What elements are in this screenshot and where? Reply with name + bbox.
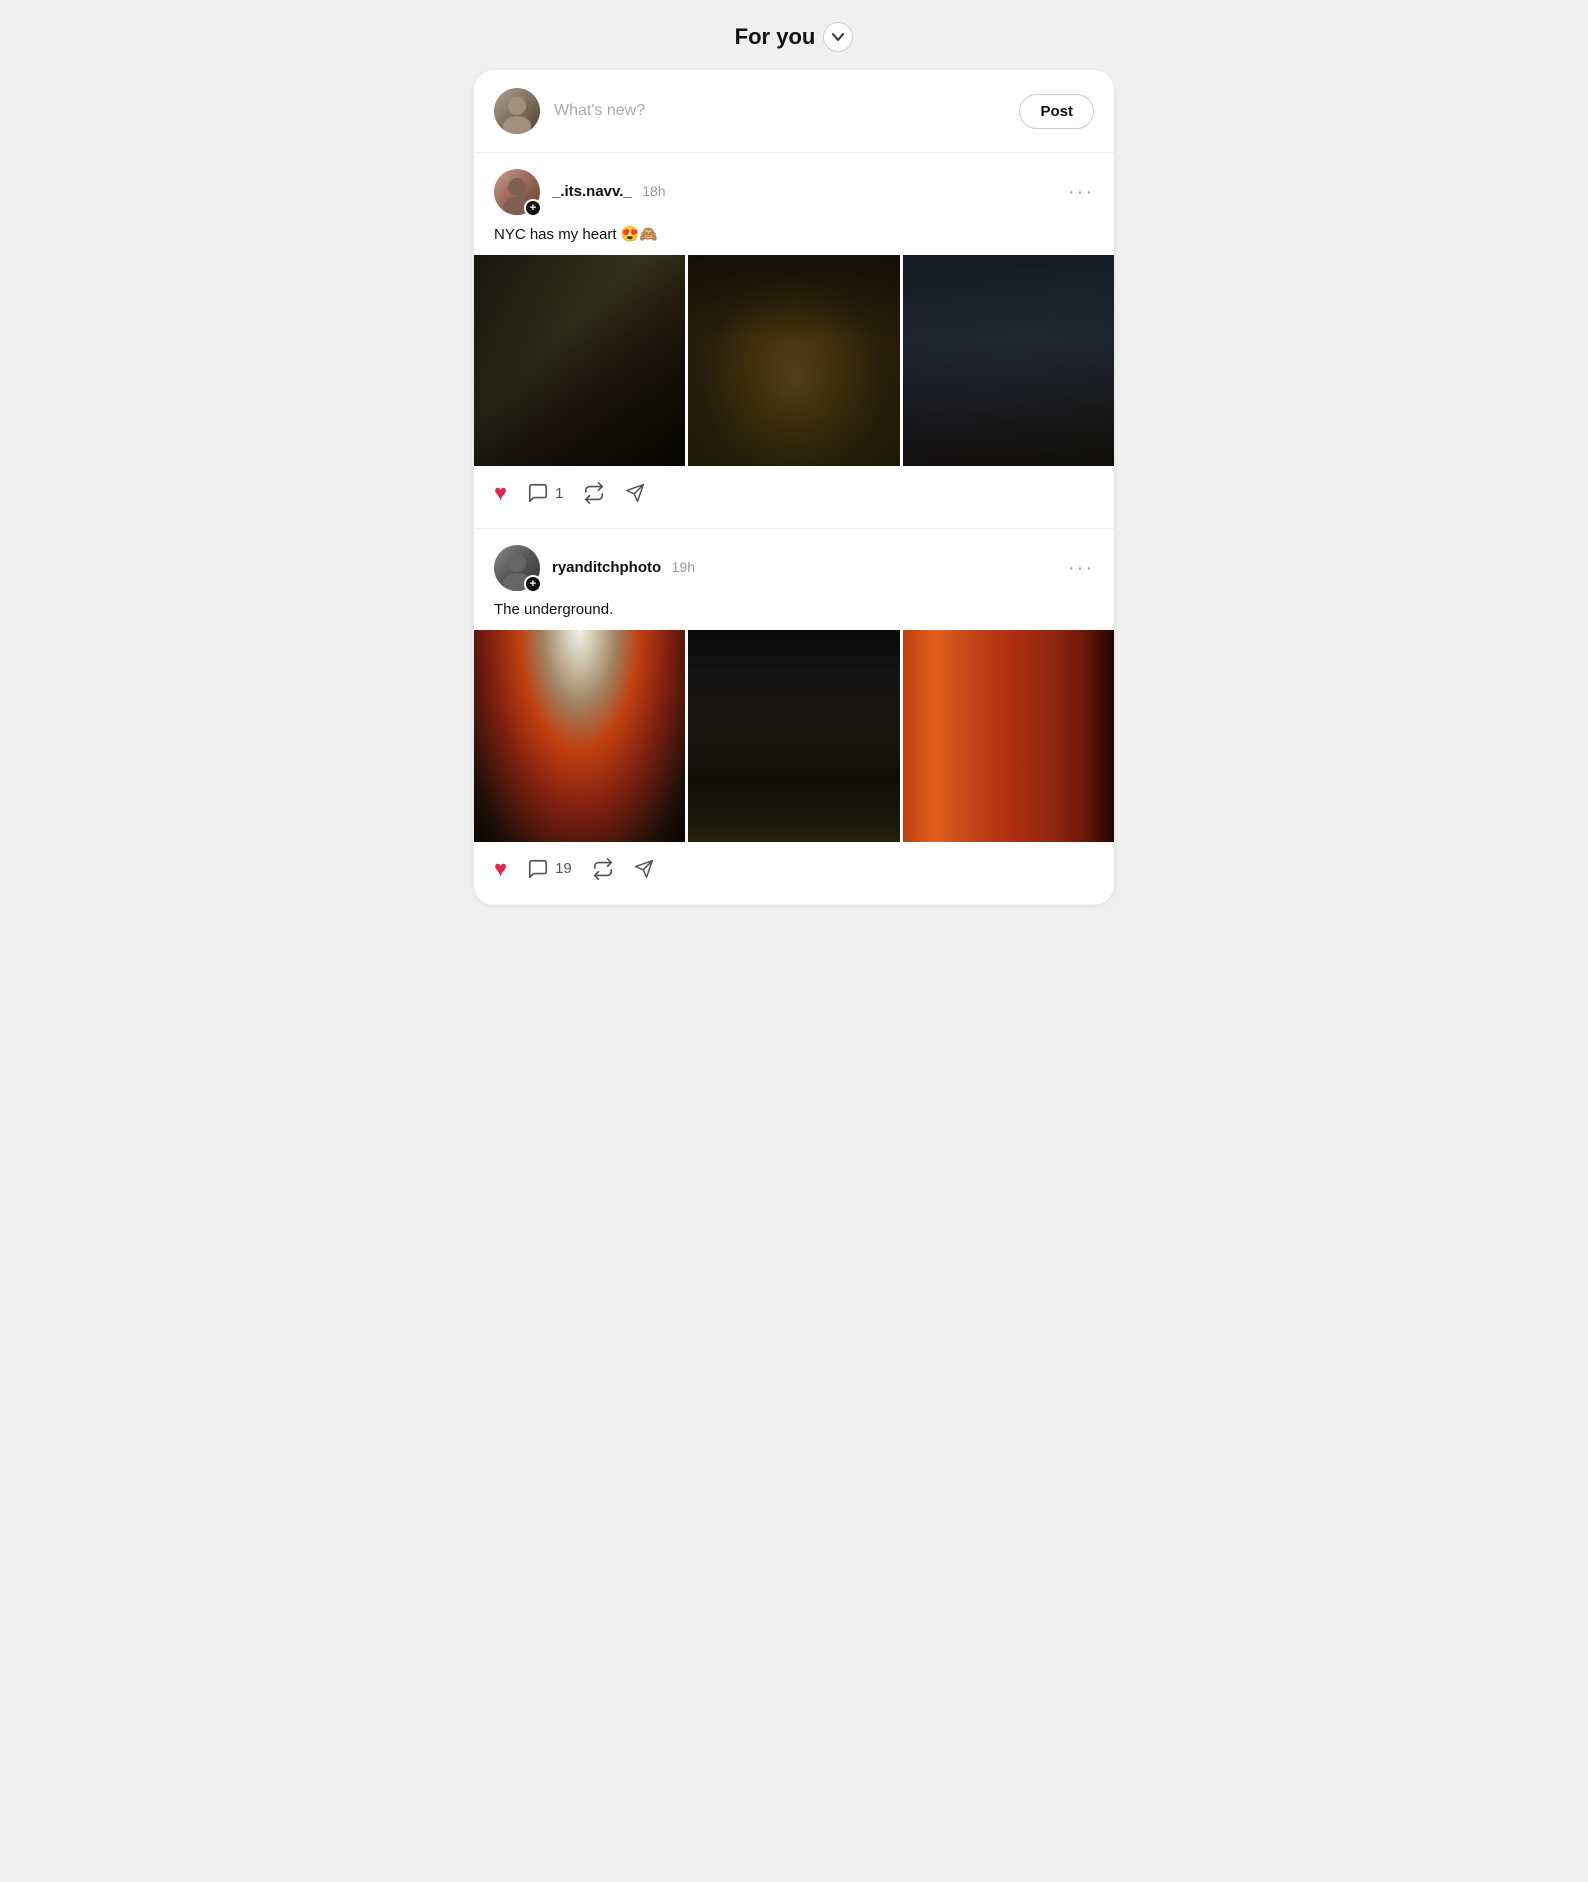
post-user-info: + _.its.navv._ 18h xyxy=(494,169,666,215)
photo-cell[interactable] xyxy=(474,255,685,466)
compose-bar: What's new? Post xyxy=(474,70,1114,153)
user-avatar-icon xyxy=(494,88,540,134)
comment-button[interactable]: 19 xyxy=(527,858,572,880)
chevron-down-icon xyxy=(831,30,845,44)
post-username[interactable]: _.its.navv._ xyxy=(552,183,632,200)
post-actions: ♥ 1 xyxy=(474,466,1114,524)
comment-count: 19 xyxy=(555,860,572,877)
photo-underground-escalator xyxy=(474,630,685,841)
like-button[interactable]: ♥ xyxy=(494,856,507,882)
repost-icon xyxy=(583,482,605,504)
photo-cell[interactable] xyxy=(474,630,685,841)
feed-title: For you xyxy=(735,24,816,50)
avatar-wrap: + xyxy=(494,169,540,215)
post-user-info: + ryanditchphoto 19h xyxy=(494,545,695,591)
photo-cell[interactable] xyxy=(688,630,899,841)
post-caption: NYC has my heart 😍🙈 xyxy=(474,225,1114,255)
comment-button[interactable]: 1 xyxy=(527,482,563,504)
post-button[interactable]: Post xyxy=(1019,94,1094,129)
more-options-button[interactable]: ··· xyxy=(1068,558,1094,578)
post-item: + _.its.navv._ 18h ··· NYC has my heart … xyxy=(474,153,1114,529)
post-item: + ryanditchphoto 19h ··· The underground… xyxy=(474,529,1114,904)
post-time: 19h xyxy=(672,559,695,575)
share-button[interactable] xyxy=(625,483,645,503)
comment-icon xyxy=(527,482,549,504)
post-actions: ♥ 19 xyxy=(474,842,1114,900)
feed-header: For you xyxy=(0,0,1588,70)
more-options-button[interactable]: ··· xyxy=(1068,182,1094,202)
photo-cell[interactable] xyxy=(903,255,1114,466)
heart-icon: ♥ xyxy=(494,480,507,506)
share-button[interactable] xyxy=(634,859,654,879)
send-icon xyxy=(625,483,645,503)
repost-button[interactable] xyxy=(583,482,605,504)
post-caption: The underground. xyxy=(474,601,1114,630)
photo-nyc-fifthave xyxy=(903,255,1114,466)
photo-cell[interactable] xyxy=(688,255,899,466)
follow-plus-badge[interactable]: + xyxy=(524,199,542,217)
send-icon xyxy=(634,859,654,879)
feed-container: What's new? Post + _.its.navv._ 18h xyxy=(474,70,1114,905)
photo-grid xyxy=(474,255,1114,466)
post-header: + _.its.navv._ 18h ··· xyxy=(474,153,1114,225)
photo-nyc-street xyxy=(474,255,685,466)
avatar-wrap: + xyxy=(494,545,540,591)
comment-count: 1 xyxy=(555,485,563,502)
post-username[interactable]: ryanditchphoto xyxy=(552,559,661,576)
post-user-meta: _.its.navv._ 18h xyxy=(552,183,666,201)
comment-icon xyxy=(527,858,549,880)
photo-cell[interactable] xyxy=(903,630,1114,841)
heart-icon: ♥ xyxy=(494,856,507,882)
photo-baker-street xyxy=(688,630,899,841)
post-header: + ryanditchphoto 19h ··· xyxy=(474,529,1114,601)
feed-dropdown-button[interactable] xyxy=(823,22,853,52)
compose-placeholder[interactable]: What's new? xyxy=(554,102,1005,120)
avatar xyxy=(494,88,540,134)
post-time: 18h xyxy=(642,183,665,199)
follow-plus-badge[interactable]: + xyxy=(524,575,542,593)
repost-icon xyxy=(592,858,614,880)
photo-underground-tunnel xyxy=(903,630,1114,841)
like-button[interactable]: ♥ xyxy=(494,480,507,506)
photo-nyc-skyline xyxy=(688,255,899,466)
post-user-meta: ryanditchphoto 19h xyxy=(552,559,695,577)
repost-button[interactable] xyxy=(592,858,614,880)
photo-grid xyxy=(474,630,1114,841)
